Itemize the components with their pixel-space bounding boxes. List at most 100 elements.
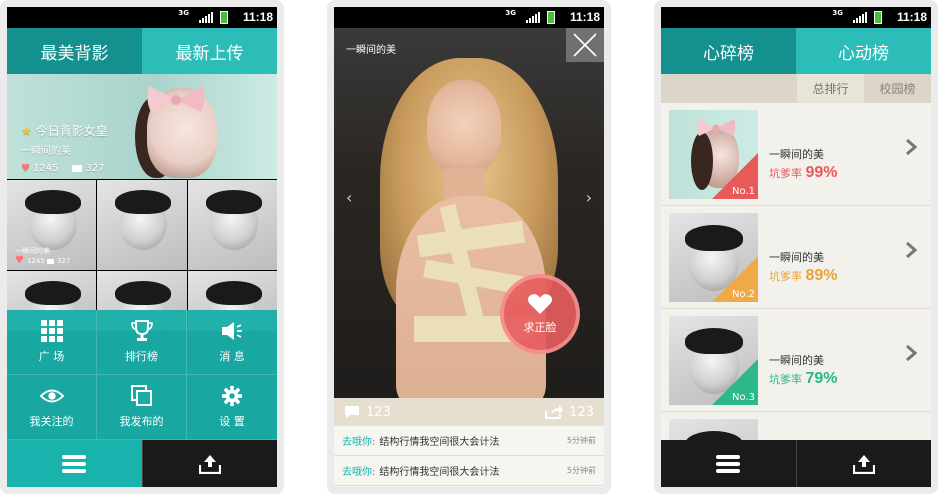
tab-heartthrob-list[interactable]: 心动榜 (796, 28, 931, 74)
signal-icon (526, 12, 540, 23)
menu-item-leaderboard[interactable]: 排行榜 (97, 310, 187, 375)
ranking-thumbnail: No.3 (669, 316, 758, 405)
grid-icon (40, 320, 63, 342)
photo-face (427, 80, 501, 176)
tab-heartbreak-list[interactable]: 心碎榜 (661, 28, 796, 74)
battery-icon (220, 11, 228, 24)
ranking-user: 一瞬间的美 (769, 148, 824, 161)
network-label: 3G (832, 9, 843, 17)
phone-frame-2: 3G 11:18 一瞬间的美 ‹ › 求正脸 123 123 去哦你: 结构行情… (327, 0, 611, 494)
heart-icon (528, 294, 552, 314)
speaker-icon (222, 322, 242, 340)
thumbnail-photo[interactable] (188, 180, 277, 270)
main-photo[interactable]: 一瞬间的美 ‹ › 求正脸 (334, 28, 604, 398)
menu-item-following[interactable]: 我关注的 (7, 375, 97, 440)
menu-item-my-posts[interactable]: 我发布的 (97, 375, 187, 440)
rate-value: 79% (805, 370, 838, 387)
menu-item-square[interactable]: 广 场 (7, 310, 97, 375)
menu-item-messages[interactable]: 消 息 (187, 310, 277, 375)
comment-time: 5分钟前 (566, 466, 596, 475)
comment-icon (72, 164, 83, 172)
ranking-rate: 坑爹率 79% (769, 370, 838, 388)
rate-label: 坑爹率 (769, 270, 802, 283)
eye-icon (39, 389, 64, 403)
rank-number: No.1 (732, 186, 755, 197)
phone-frame-1: 3G 11:18 最美背影 最新上传 ★ 今日背影女皇 一瞬间的美 ♥ 1245 3… (0, 0, 284, 494)
ranking-row[interactable]: No.2 一瞬间的美 坑爹率 89% (661, 207, 931, 309)
upload-button[interactable] (143, 440, 278, 487)
comment-icon (345, 406, 359, 418)
photo-stats-bar: 123 123 (334, 398, 604, 426)
thumbnail-caption: 一瞬间的美 ♥ 1245 327 (15, 247, 71, 266)
rate-value: 89% (805, 267, 838, 284)
want-face-label: 求正脸 (523, 321, 557, 334)
ranking-rate: 坑爹率 99% (769, 164, 838, 182)
upload-button[interactable] (797, 440, 932, 487)
menu-toggle-button[interactable] (7, 440, 142, 487)
close-button[interactable] (566, 28, 604, 62)
photo-title: 一瞬间的美 (346, 45, 396, 56)
pink-bow-image (696, 119, 736, 136)
ranking-row[interactable]: No.1 一瞬间的美 坑爹率 99% (661, 104, 931, 206)
rank-number: No.3 (732, 392, 755, 403)
menu-label: 消 息 (219, 350, 245, 363)
rate-label: 坑爹率 (769, 167, 802, 180)
menu-label: 我发布的 (119, 415, 164, 428)
comment-time: 5分钟前 (566, 436, 596, 445)
menu-label: 设 置 (219, 415, 245, 428)
hero-likes: 1245 (32, 163, 59, 174)
hero-caption: ★ 今日背影女皇 一瞬间的美 ♥ 1245 327 (21, 122, 108, 174)
list-item[interactable]: 去哦你: 结构行情我空间很大会计法 5分钟前 (334, 456, 604, 486)
heart-icon: ♥ (21, 163, 30, 174)
comment-user[interactable]: 去哦你: (342, 433, 375, 448)
want-face-button[interactable]: 求正脸 (500, 274, 580, 354)
list-item[interactable]: 去哦你: 结构行情我空间很大会计法 5分钟前 (334, 426, 604, 456)
gear-icon (221, 385, 243, 407)
ranking-rate: 坑爹率 89% (769, 267, 838, 285)
battery-icon (874, 11, 882, 24)
battery-icon (547, 11, 555, 24)
comment-list: 去哦你: 结构行情我空间很大会计法 5分钟前 去哦你: 结构行情我空间很大会计法… (334, 426, 604, 487)
rate-value: 99% (805, 164, 838, 181)
thumbnail-photo[interactable]: 一瞬间的美 ♥ 1245 327 (7, 180, 96, 270)
rank-number: No.2 (732, 289, 755, 300)
chevron-right-icon (906, 241, 917, 259)
network-label: 3G (505, 9, 516, 17)
hamburger-icon (716, 454, 741, 473)
sub-tabs: 总排行 校园榜 (661, 74, 931, 103)
ranking-row[interactable]: No.3 一瞬间的美 坑爹率 79% (661, 310, 931, 412)
thumbnail-photo[interactable] (97, 180, 187, 270)
chevron-right-icon (906, 138, 917, 156)
hero-user: 一瞬间的美 (21, 146, 71, 157)
menu-label: 广 场 (38, 350, 65, 363)
trophy-icon (130, 320, 153, 341)
share-icon (545, 405, 564, 419)
pink-bow-image (147, 86, 205, 112)
comment-user[interactable]: 去哦你: (342, 463, 375, 478)
comment-text: 结构行情我空间很大会计法 (379, 467, 500, 478)
rate-label: 坑爹率 (769, 373, 802, 386)
screen-rankings: 3G 11:18 心碎榜 心动榜 总排行 校园榜 No.1 一瞬间的美 坑爹率 … (661, 7, 931, 487)
hero-title: 今日背影女皇 (35, 124, 108, 138)
prev-arrow-icon[interactable]: ‹ (346, 188, 352, 207)
star-icon: ★ (21, 124, 32, 138)
hero-featured-photo[interactable]: ★ 今日背影女皇 一瞬间的美 ♥ 1245 327 (7, 74, 277, 179)
upload-icon (852, 454, 875, 474)
tab-newest-uploads[interactable]: 最新上传 (142, 28, 277, 74)
close-icon (573, 33, 597, 57)
share-count-button[interactable]: 123 (545, 405, 594, 420)
hero-comments: 327 (85, 163, 105, 174)
status-bar: 3G 11:18 (661, 7, 931, 28)
top-tabs: 最美背影 最新上传 (7, 28, 277, 74)
phone-frame-3: 3G 11:18 心碎榜 心动榜 总排行 校园榜 No.1 一瞬间的美 坑爹率 … (654, 0, 938, 494)
popup-menu: 广 场 排行榜 消 息 我关注的 我发布的 设 置 (7, 310, 277, 440)
ranking-thumbnail: No.2 (669, 213, 758, 302)
tab-campus[interactable]: 校园榜 (864, 74, 931, 103)
next-arrow-icon[interactable]: › (586, 188, 592, 207)
comment-count-button[interactable]: 123 (344, 405, 391, 420)
upload-icon (198, 454, 221, 474)
menu-item-settings[interactable]: 设 置 (187, 375, 277, 440)
tab-overall[interactable]: 总排行 (797, 74, 864, 103)
menu-toggle-button[interactable] (661, 440, 796, 487)
tab-most-beautiful-backs[interactable]: 最美背影 (7, 28, 142, 74)
